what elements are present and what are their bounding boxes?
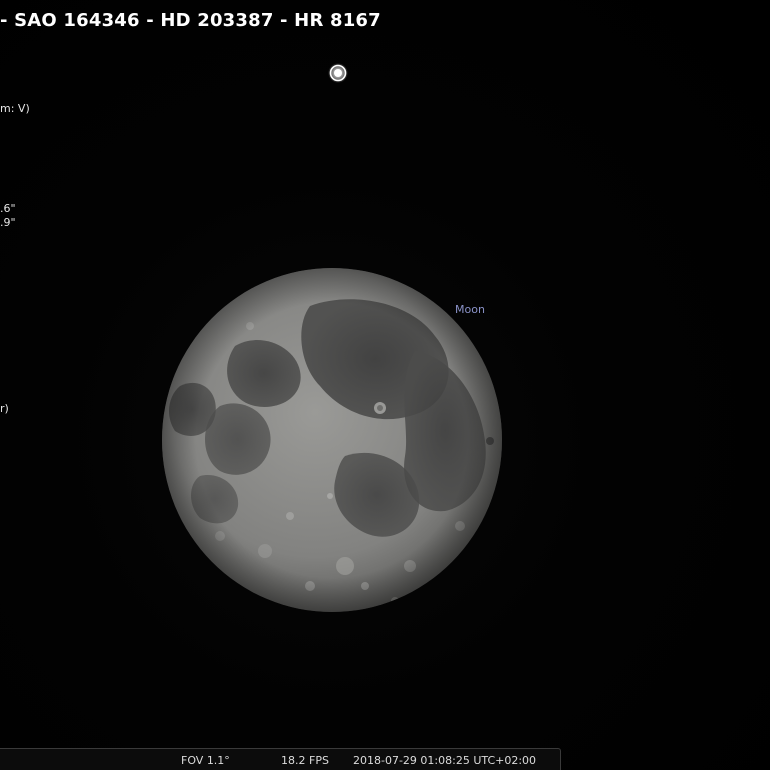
fov-readout: FOV 1.1° [181, 754, 230, 767]
object-info-line-1: m: V) [0, 102, 30, 115]
star-marker-icon[interactable] [327, 62, 349, 84]
datetime-readout: 2018-07-29 01:08:25 UTC+02:00 [353, 754, 537, 767]
status-bar: FOV 1.1° 18.2 FPS 2018-07-29 01:08:25 UT… [0, 748, 561, 770]
object-info-line-3: .9" [0, 216, 16, 229]
moon-label[interactable]: Moon [455, 303, 485, 316]
fps-readout: 18.2 FPS [281, 754, 329, 767]
object-info-line-4: r) [0, 402, 9, 415]
moon-disk[interactable] [160, 266, 504, 614]
object-info-line-2: .6" [0, 202, 16, 215]
object-title: - SAO 164346 - HD 203387 - HR 8167 [0, 10, 381, 31]
